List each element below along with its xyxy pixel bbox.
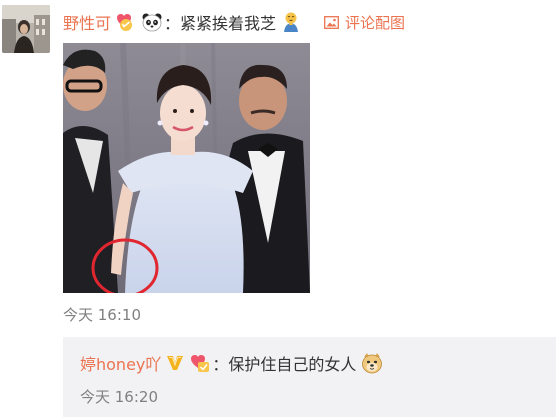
vip-v-icon: [165, 353, 185, 373]
reply-line: 婷honey吖 ： 保护住自己的女人: [80, 351, 384, 375]
comment-colon: ：: [164, 14, 181, 33]
heart-badge-icon: [189, 352, 211, 374]
comment-text: 紧紧挨着我芝: [180, 14, 277, 33]
doge-emoji-icon: [360, 351, 384, 375]
reply-text: 保护住自己的女人: [228, 355, 357, 374]
comment-username[interactable]: 野性可: [63, 10, 111, 34]
reply-colon: ：: [212, 355, 229, 374]
praying-emoji-icon: [280, 11, 302, 33]
comment-card: 野性可 ： 紧紧挨着我芝 评论配图 今天 16:10 婷honey吖 ： 保护住…: [0, 0, 556, 417]
reply-box: 婷honey吖 ： 保护住自己的女人 今天 16:20: [63, 337, 556, 417]
reply-username[interactable]: 婷honey吖: [80, 351, 161, 375]
comment-time: 今天 16:10: [63, 306, 141, 324]
image-icon: [324, 15, 339, 29]
reply-time: 今天 16:20: [80, 388, 158, 406]
heart-badge-icon: [115, 11, 137, 33]
comment-photo[interactable]: [63, 43, 310, 293]
comment-line: 野性可 ： 紧紧挨着我芝 评论配图: [63, 9, 405, 35]
view-comment-image-label: 评论配图: [345, 13, 406, 32]
avatar[interactable]: [2, 5, 50, 53]
view-comment-image-link[interactable]: 评论配图: [324, 12, 405, 33]
panda-emoji-icon: [141, 11, 163, 33]
